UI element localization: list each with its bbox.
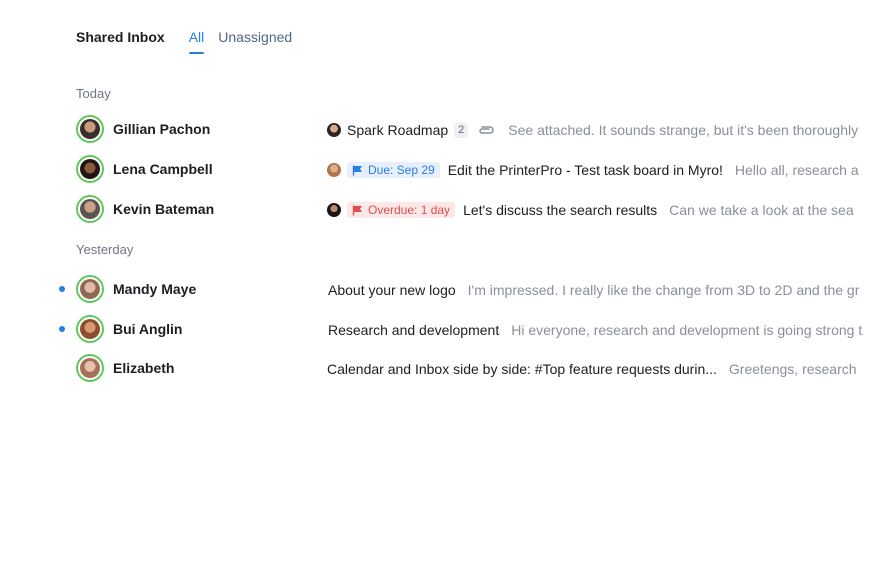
flag-icon [352,205,362,215]
message-subject: Let's discuss the search results [463,202,658,218]
message-summary: About your new logo I'm impressed. I rea… [328,281,891,299]
tab-all[interactable]: All [188,28,204,54]
message-preview: Can we take a look at the sea [669,202,854,218]
sender-name: Kevin Bateman [113,201,215,217]
sender-name: Gillian Pachon [113,121,211,137]
message-summary: Spark Roadmap 2 See attached. It sounds … [327,121,891,139]
message-subject: Research and development [328,322,500,338]
message-summary: Overdue: 1 day Let's discuss the search … [327,201,891,219]
list-item[interactable]: Bui Anglin Research and development Hi e… [0,311,891,347]
avatar [327,123,341,137]
badge-label: Due: Sep 29 [368,163,435,177]
avatar [76,115,104,143]
message-subject: Calendar and Inbox side by side: #Top fe… [327,361,717,377]
list-item[interactable]: Elizabeth Calendar and Inbox side by sid… [0,350,891,386]
sender-name: Elizabeth [113,360,175,376]
message-summary: Calendar and Inbox side by side: #Top fe… [327,360,891,378]
list-item[interactable]: Kevin Bateman Overdue: 1 day Let's discu… [0,191,891,227]
badge-label: Overdue: 1 day [368,203,451,217]
sender-name: Mandy Maye [113,281,197,297]
paperclip-icon [476,124,496,136]
overdue-badge: Overdue: 1 day [347,202,456,218]
message-preview: I'm impressed. I really like the change … [467,282,860,298]
avatar [327,163,341,177]
inbox-header: Shared Inbox All Unassigned [76,28,306,54]
section-label-today: Today [76,86,111,101]
list-item[interactable]: Mandy Maye About your new logo I'm impre… [0,271,891,307]
tab-unassigned[interactable]: Unassigned [218,28,292,46]
message-preview: Greetengs, research [728,361,857,377]
message-subject: About your new logo [328,282,456,298]
message-summary: Research and development Hi everyone, re… [328,321,891,339]
thread-count-badge: 2 [454,122,469,138]
avatar [76,195,104,223]
avatar [76,315,104,343]
avatar [76,354,104,382]
section-label-yesterday: Yesterday [76,242,134,257]
list-item[interactable]: Gillian Pachon Spark Roadmap 2 See attac… [0,111,891,147]
list-item[interactable]: Lena Campbell Due: Sep 29 Edit the Print… [0,151,891,187]
unread-indicator [59,326,65,332]
due-date-badge: Due: Sep 29 [347,162,440,178]
flag-icon [352,165,362,175]
message-subject: Spark Roadmap [347,122,449,138]
avatar [327,203,341,217]
sender-name: Bui Anglin [113,321,183,337]
page-title: Shared Inbox [76,29,165,45]
message-preview: Hello all, research a [734,162,859,178]
avatar [76,155,104,183]
message-summary: Due: Sep 29 Edit the PrinterPro - Test t… [327,161,891,179]
message-preview: See attached. It sounds strange, but it'… [508,122,859,138]
message-subject: Edit the PrinterPro - Test task board in… [447,162,723,178]
sender-name: Lena Campbell [113,161,213,177]
unread-indicator [59,286,65,292]
avatar [76,275,104,303]
message-preview: Hi everyone, research and development is… [511,322,863,338]
